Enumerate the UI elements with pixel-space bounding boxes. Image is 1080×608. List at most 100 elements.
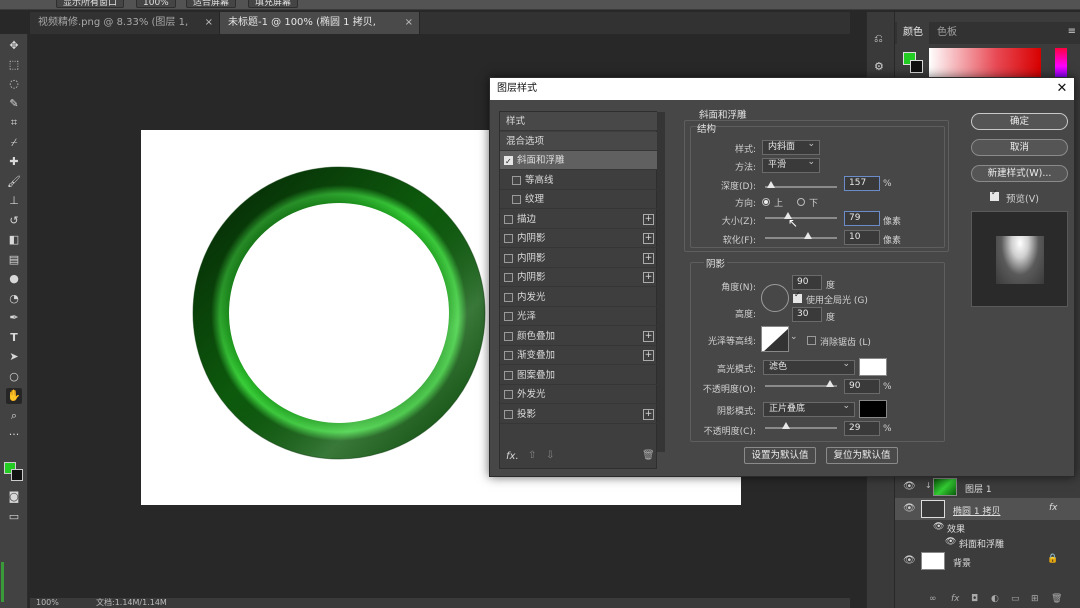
layer-row-ellipse-copy[interactable]: 👁 椭圆 1 拷贝 fx bbox=[895, 498, 1080, 520]
history-panel-icon[interactable]: ⎌ bbox=[874, 32, 883, 46]
history-brush-icon[interactable]: ↺ bbox=[6, 213, 22, 229]
soften-slider-knob[interactable] bbox=[804, 232, 813, 239]
scrollbar[interactable] bbox=[1, 562, 4, 602]
altitude-input[interactable]: 30 bbox=[792, 307, 822, 322]
pen-tool-icon[interactable]: ✒ bbox=[6, 310, 22, 326]
blur-tool-icon[interactable]: ● bbox=[6, 271, 22, 287]
color-ramp[interactable] bbox=[929, 48, 1041, 78]
type-tool-icon[interactable]: T bbox=[6, 330, 22, 346]
style-checkbox[interactable] bbox=[504, 214, 513, 224]
ok-button[interactable]: 确定 bbox=[971, 113, 1068, 130]
doc-size-readout[interactable]: 文档:1.14M/1.14M bbox=[96, 598, 167, 608]
style-item[interactable]: 外发光 bbox=[500, 385, 657, 404]
bg-color-chip[interactable] bbox=[910, 60, 923, 73]
move-tool-icon[interactable]: ✥ bbox=[6, 38, 22, 54]
zoom-readout[interactable]: 100% bbox=[36, 598, 59, 608]
angle-dial[interactable] bbox=[761, 284, 789, 312]
style-item[interactable]: 投影 + bbox=[500, 405, 657, 424]
technique-select[interactable]: 平滑 bbox=[762, 156, 820, 173]
layer-effects-row[interactable]: 👁 效果 bbox=[895, 520, 1080, 535]
tab-color[interactable]: 颜色 bbox=[897, 22, 929, 44]
preview-checkbox[interactable] bbox=[990, 188, 999, 201]
background-color-swatch[interactable] bbox=[11, 469, 23, 481]
style-checkbox[interactable] bbox=[504, 152, 513, 171]
eye-icon[interactable]: 👁 bbox=[903, 481, 916, 493]
depth-slider-knob[interactable] bbox=[766, 181, 775, 188]
style-checkbox[interactable] bbox=[504, 253, 513, 263]
chevron-down-icon[interactable]: ⌄ bbox=[790, 332, 798, 342]
style-checkbox[interactable] bbox=[504, 312, 513, 321]
layer-row-background[interactable]: 👁 背景 🔒 bbox=[895, 550, 1080, 572]
anti-aliased-checkbox[interactable] bbox=[807, 336, 816, 345]
more-tools-icon[interactable]: ··· bbox=[6, 427, 22, 443]
properties-panel-icon[interactable]: ⚙ bbox=[874, 60, 884, 73]
depth-slider[interactable] bbox=[765, 186, 837, 188]
close-icon[interactable]: ✕ bbox=[1054, 78, 1070, 100]
add-effect-icon[interactable]: + bbox=[643, 252, 654, 264]
add-effect-icon[interactable]: + bbox=[643, 233, 654, 244]
crop-tool-icon[interactable]: ⌗ bbox=[6, 115, 22, 131]
gradient-tool-icon[interactable]: ▤ bbox=[6, 252, 22, 268]
cancel-button[interactable]: 取消 bbox=[971, 139, 1068, 156]
depth-input[interactable]: 157 bbox=[844, 176, 880, 191]
new-style-button[interactable]: 新建样式(W)... bbox=[971, 165, 1068, 182]
shadow-mode-select[interactable]: 正片叠底 bbox=[763, 400, 855, 417]
dodge-tool-icon[interactable]: ◔ bbox=[6, 291, 22, 307]
style-checkbox[interactable] bbox=[504, 409, 513, 419]
gloss-contour-picker[interactable] bbox=[761, 326, 789, 352]
style-item[interactable]: 描边 + bbox=[500, 210, 657, 229]
add-effect-icon[interactable]: + bbox=[643, 330, 654, 342]
style-item[interactable]: 等高线 bbox=[500, 171, 657, 190]
bevel-style-select[interactable]: 内斜面 bbox=[762, 138, 820, 155]
style-item[interactable]: 内阴影 + bbox=[500, 268, 657, 287]
eyedropper-tool-icon[interactable]: ⌿ bbox=[6, 135, 22, 151]
hand-tool-icon[interactable]: ✋ bbox=[6, 388, 22, 404]
lasso-tool-icon[interactable]: ◌ bbox=[6, 76, 22, 92]
style-checkbox[interactable] bbox=[504, 292, 513, 302]
shadow-opacity-knob[interactable] bbox=[781, 422, 790, 429]
style-checkbox[interactable] bbox=[512, 175, 521, 185]
eye-icon[interactable]: 👁 bbox=[903, 503, 916, 515]
direction-down-radio[interactable] bbox=[797, 198, 805, 206]
style-item[interactable]: 样式 bbox=[500, 112, 657, 131]
eye-icon[interactable]: 👁 bbox=[933, 522, 944, 532]
shadow-opacity-slider[interactable] bbox=[765, 427, 837, 429]
style-checkbox[interactable] bbox=[504, 370, 513, 380]
style-item[interactable]: 渐变叠加 + bbox=[500, 346, 657, 365]
screen-mode-icon[interactable]: ▭ bbox=[6, 509, 22, 525]
style-item[interactable]: 内阴影 + bbox=[500, 249, 657, 268]
style-item[interactable]: 内发光 bbox=[500, 288, 657, 307]
tab-untitled-1[interactable]: 未标题-1 @ 100% (椭圆 1 拷贝, RGB/8#) * × bbox=[220, 12, 420, 50]
style-item[interactable]: 纹理 bbox=[500, 190, 657, 209]
highlight-color-swatch[interactable] bbox=[859, 358, 887, 376]
highlight-mode-select[interactable]: 滤色 bbox=[763, 358, 855, 375]
quick-select-tool-icon[interactable]: ✎ bbox=[6, 96, 22, 112]
close-icon[interactable]: × bbox=[405, 12, 413, 34]
fx-icon[interactable]: fx. bbox=[506, 451, 519, 462]
healing-tool-icon[interactable]: ✚ bbox=[6, 154, 22, 170]
style-item[interactable]: 混合选项 bbox=[500, 131, 657, 151]
tab-swatches[interactable]: 色板 bbox=[931, 22, 963, 44]
panel-menu-icon[interactable]: ≡ bbox=[1068, 26, 1076, 37]
mask-icon[interactable]: ◘ bbox=[971, 594, 978, 604]
trash-icon[interactable]: 🗑 bbox=[642, 450, 655, 461]
hue-slider[interactable] bbox=[1055, 48, 1067, 78]
eye-icon[interactable]: 👁 bbox=[945, 537, 956, 547]
style-checkbox[interactable] bbox=[504, 351, 513, 360]
style-checkbox[interactable] bbox=[504, 390, 513, 399]
move-up-icon[interactable]: ⇧ bbox=[528, 450, 536, 461]
new-layer-icon[interactable]: ⊞ bbox=[1031, 594, 1039, 604]
folder-icon[interactable]: ▭ bbox=[1011, 594, 1020, 604]
style-item[interactable]: 内阴影 + bbox=[500, 229, 657, 248]
direction-up-radio[interactable] bbox=[762, 198, 770, 206]
shadow-opacity-input[interactable]: 29 bbox=[844, 421, 880, 436]
fx-icon[interactable]: fx bbox=[951, 594, 960, 604]
zoom-100-button[interactable]: 100% bbox=[136, 0, 176, 8]
close-icon[interactable]: × bbox=[205, 12, 213, 34]
style-item[interactable]: 图案叠加 bbox=[500, 366, 657, 385]
eraser-tool-icon[interactable]: ◧ bbox=[6, 232, 22, 248]
dialog-titlebar[interactable]: 图层样式 ✕ bbox=[490, 78, 1074, 100]
eye-icon[interactable]: 👁 bbox=[903, 555, 916, 567]
brush-tool-icon[interactable]: 🖌 bbox=[6, 174, 22, 190]
layer-row-layer1[interactable]: 👁 ↓ 图层 1 bbox=[895, 476, 1080, 498]
